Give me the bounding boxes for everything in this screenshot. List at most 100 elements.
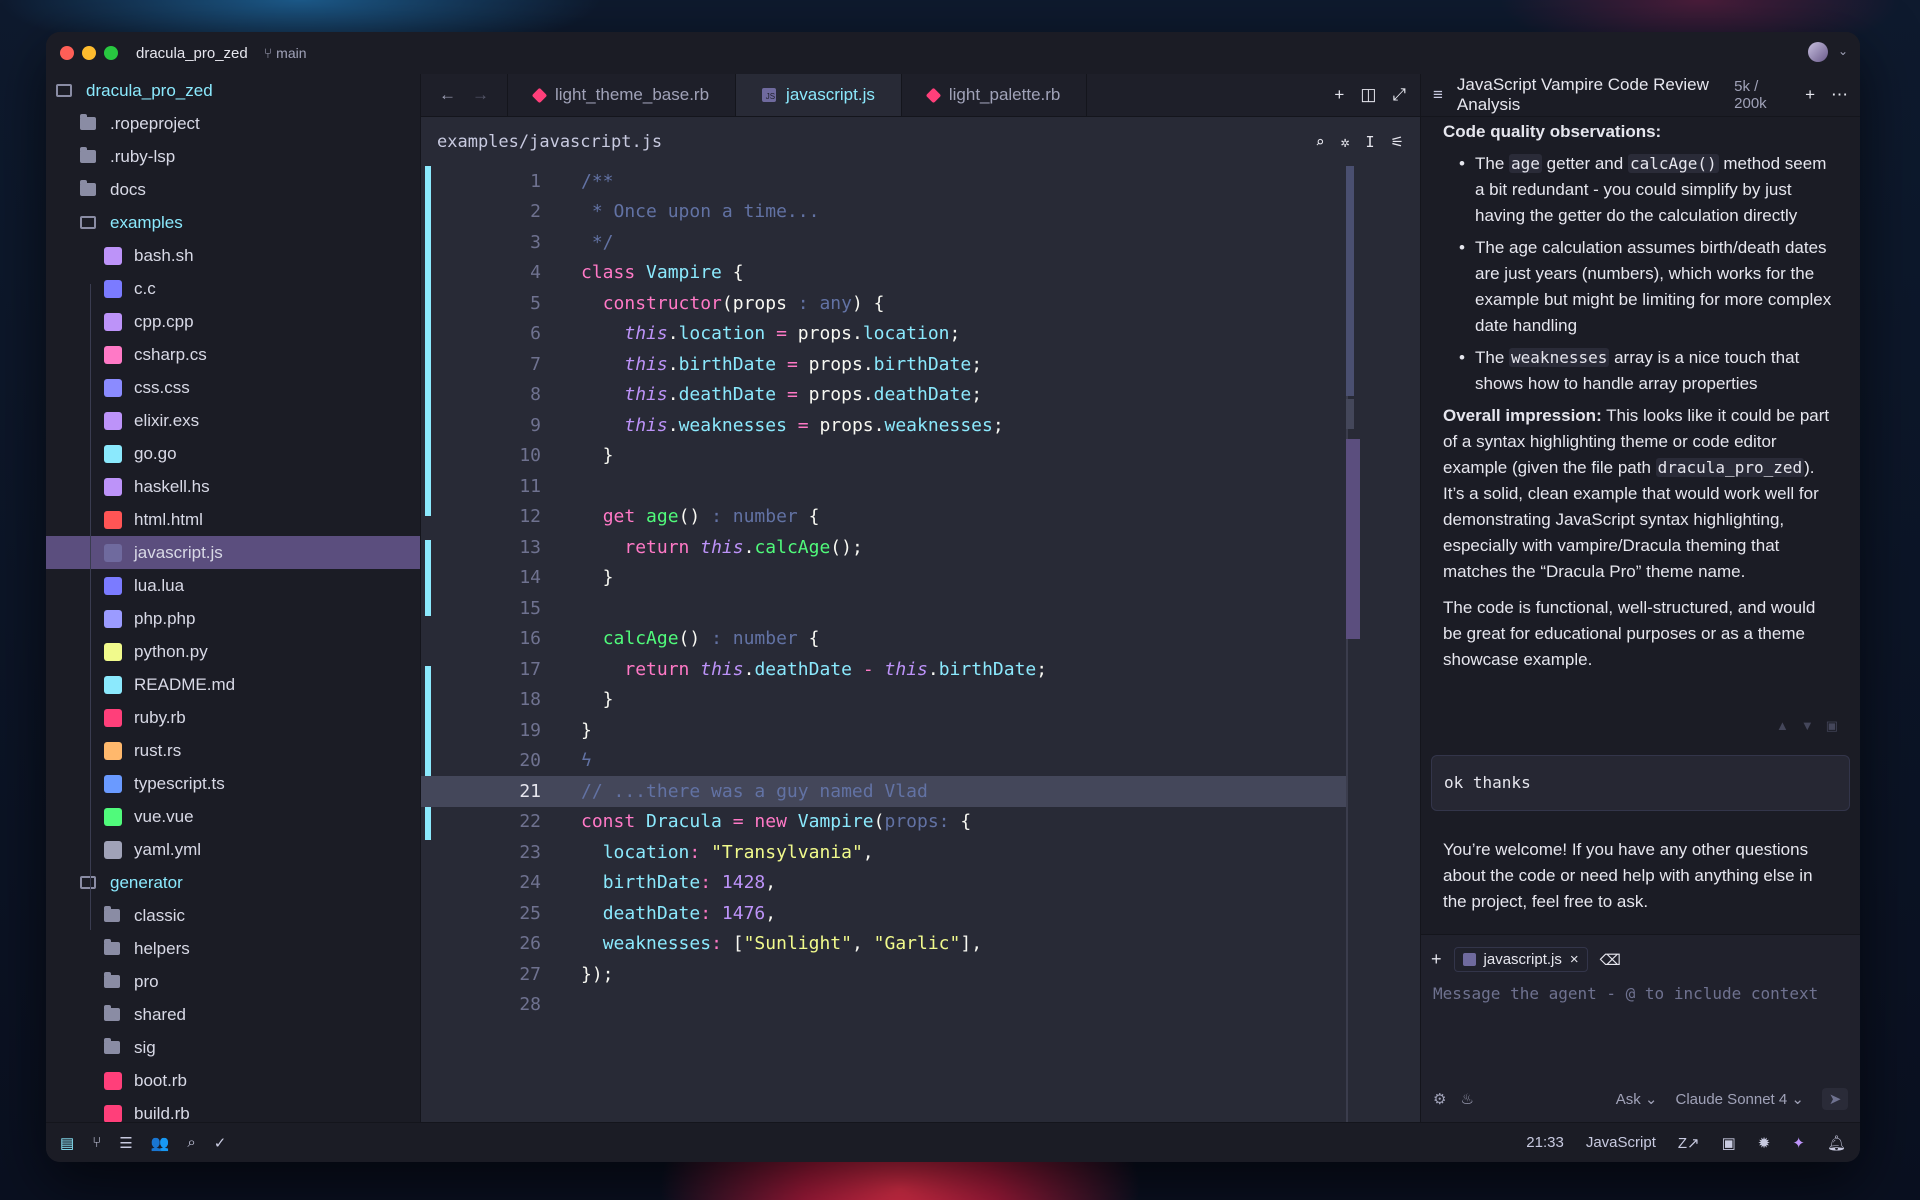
thumbs-down-icon[interactable]: ▼ <box>1801 713 1814 739</box>
settings-icon[interactable]: ⚙ <box>1433 1090 1446 1108</box>
branch-selector[interactable]: ⑂ main <box>264 45 307 61</box>
tree-item-readme-md[interactable]: README.md <box>46 668 420 701</box>
outline-icon[interactable]: ☰ <box>119 1134 132 1152</box>
eraser-icon[interactable]: ⌫ <box>1600 951 1621 969</box>
text-cursor-icon[interactable]: I <box>1366 133 1375 151</box>
tree-item-label: bash.sh <box>134 245 194 265</box>
close-window-button[interactable] <box>60 46 74 60</box>
tree-item-build-rb[interactable]: build.rb <box>46 1097 420 1122</box>
maximize-icon[interactable]: ⤢ <box>1392 85 1406 105</box>
diagnostics-check-icon[interactable]: ✓ <box>214 1134 227 1152</box>
ai-sparkle-icon[interactable]: ✦ <box>1792 1134 1805 1152</box>
minimize-window-button[interactable] <box>82 46 96 60</box>
tree-item-helpers[interactable]: helpers <box>46 932 420 965</box>
more-options-icon[interactable]: ⋯ <box>1831 85 1848 105</box>
tree-item-lua-lua[interactable]: lua.lua <box>46 569 420 602</box>
tree-item-c-c[interactable]: c.c <box>46 272 420 305</box>
collaboration-icon[interactable]: 👥 <box>151 1134 170 1152</box>
tree-item-typescript-ts[interactable]: typescript.ts <box>46 767 420 800</box>
vim-mode-icon[interactable]: Z↗ <box>1678 1134 1700 1152</box>
message-input[interactable]: Message the agent - @ to include context <box>1421 984 1860 1003</box>
terminal-icon[interactable]: ▣ <box>1722 1134 1736 1152</box>
tree-item-elixir-exs[interactable]: elixir.exs <box>46 404 420 437</box>
plus-icon[interactable]: + <box>1334 85 1344 105</box>
tab-javascript[interactable]: JS javascript.js <box>735 74 901 116</box>
project-panel-icon[interactable]: ▤ <box>60 1134 74 1152</box>
code-line: 22 const Dracula = new Vampire(props: { <box>421 807 1346 838</box>
mode-selector[interactable]: Ask ⌄ <box>1616 1090 1658 1108</box>
menu-icon[interactable]: ≡ <box>1433 85 1443 105</box>
folder-icon <box>80 180 96 196</box>
file-path[interactable]: examples/javascript.js <box>437 132 662 152</box>
tree-item-sig[interactable]: sig <box>46 1031 420 1064</box>
search-icon[interactable]: ⌕ <box>187 1134 195 1151</box>
maximize-window-button[interactable] <box>104 46 118 60</box>
settings-sliders-icon[interactable]: ⚟ <box>1391 133 1404 151</box>
tree-item-ruby-rb[interactable]: ruby.rb <box>46 701 420 734</box>
tab-light-theme-base[interactable]: light_theme_base.rb <box>507 74 735 116</box>
close-icon[interactable]: × <box>1570 951 1579 968</box>
line-number: 8 <box>530 384 541 406</box>
back-arrow-icon[interactable]: ← <box>439 85 456 105</box>
user-message[interactable]: ok thanks <box>1431 755 1850 811</box>
tree-item--ruby-lsp[interactable]: .ruby-lsp <box>46 140 420 173</box>
scrollbar-thumb[interactable] <box>1346 166 1354 396</box>
add-context-plus-icon[interactable]: + <box>1431 949 1442 970</box>
agent-conversation: Code quality observations: The age gette… <box>1421 117 1860 977</box>
tree-item-vue-vue[interactable]: vue.vue <box>46 800 420 833</box>
context-chip[interactable]: javascript.js × <box>1453 947 1588 972</box>
new-thread-plus-icon[interactable]: + <box>1805 85 1815 105</box>
lightning-icon[interactable]: ϟ <box>581 750 592 771</box>
language-selector[interactable]: JavaScript <box>1586 1134 1656 1151</box>
code-area[interactable]: 1/** 2 * Once upon a time... 3 */ 4 class… <box>421 166 1421 1122</box>
tree-item-csharp-cs[interactable]: csharp.cs <box>46 338 420 371</box>
send-button[interactable]: ➤ <box>1822 1088 1848 1110</box>
tree-item-examples[interactable]: examples <box>46 206 420 239</box>
bell-icon[interactable]: 🔔︎ <box>1827 1134 1846 1152</box>
avatar[interactable] <box>1808 42 1828 62</box>
tree-item-haskell-hs[interactable]: haskell.hs <box>46 470 420 503</box>
list-item: The weaknesses array is a nice touch tha… <box>1453 345 1838 397</box>
tree-item--ropeproject[interactable]: .ropeproject <box>46 107 420 140</box>
tree-item-python-py[interactable]: python.py <box>46 635 420 668</box>
tab-light-palette[interactable]: light_palette.rb <box>900 74 1088 116</box>
tree-item-php-php[interactable]: php.php <box>46 602 420 635</box>
tree-item-html-html[interactable]: html.html <box>46 503 420 536</box>
git-panel-icon[interactable]: ⑂ <box>92 1134 101 1151</box>
forward-arrow-icon[interactable]: → <box>472 85 489 105</box>
thumbs-up-icon[interactable]: ▲ <box>1776 713 1789 739</box>
tree-item-shared[interactable]: shared <box>46 998 420 1031</box>
tree-root[interactable]: dracula_pro_zed <box>46 74 420 107</box>
tree-item-bash-sh[interactable]: bash.sh <box>46 239 420 272</box>
thread-title[interactable]: JavaScript Vampire Code Review Analysis <box>1457 75 1734 115</box>
code-line: 1/** <box>421 166 1346 197</box>
tree-item-boot-rb[interactable]: boot.rb <box>46 1064 420 1097</box>
model-selector[interactable]: Claude Sonnet 4 ⌄ <box>1675 1090 1804 1108</box>
tree-item-pro[interactable]: pro <box>46 965 420 998</box>
tree-item-classic[interactable]: classic <box>46 899 420 932</box>
tree-item-yaml-yml[interactable]: yaml.yml <box>46 833 420 866</box>
context-row: + javascript.js × ⌫ <box>1421 935 1860 984</box>
tree-item-docs[interactable]: docs <box>46 173 420 206</box>
tree-item-cpp-cpp[interactable]: cpp.cpp <box>46 305 420 338</box>
debug-icon[interactable]: ✹ <box>1758 1134 1771 1152</box>
split-pane-icon[interactable]: ◫ <box>1360 85 1376 105</box>
tree-item-rust-rs[interactable]: rust.rs <box>46 734 420 767</box>
token-count: 5k / 200k <box>1734 78 1767 112</box>
folder-open-icon <box>80 216 96 229</box>
project-name[interactable]: dracula_pro_zed <box>136 45 248 62</box>
tree-item-label: ruby.rb <box>134 707 186 727</box>
tree-item-javascript-js[interactable]: javascript.js <box>46 536 420 569</box>
tree-item-css-css[interactable]: css.css <box>46 371 420 404</box>
search-icon[interactable]: ⌕ <box>1315 133 1324 151</box>
tree-item-go-go[interactable]: go.go <box>46 437 420 470</box>
sparkle-icon[interactable]: ✲ <box>1340 133 1349 151</box>
copy-icon[interactable]: ▣ <box>1826 713 1838 739</box>
line-number: 25 <box>519 902 541 924</box>
code-line: 13 return this.calcAge(); <box>421 532 1346 563</box>
cursor-position[interactable]: 21:33 <box>1526 1134 1564 1151</box>
code-line: 23 location: "Transylvania", <box>421 837 1346 868</box>
flame-icon[interactable]: ♨ <box>1460 1090 1473 1108</box>
chevron-down-icon[interactable]: ⌄ <box>1838 44 1848 58</box>
tree-item-generator[interactable]: generator <box>46 866 420 899</box>
